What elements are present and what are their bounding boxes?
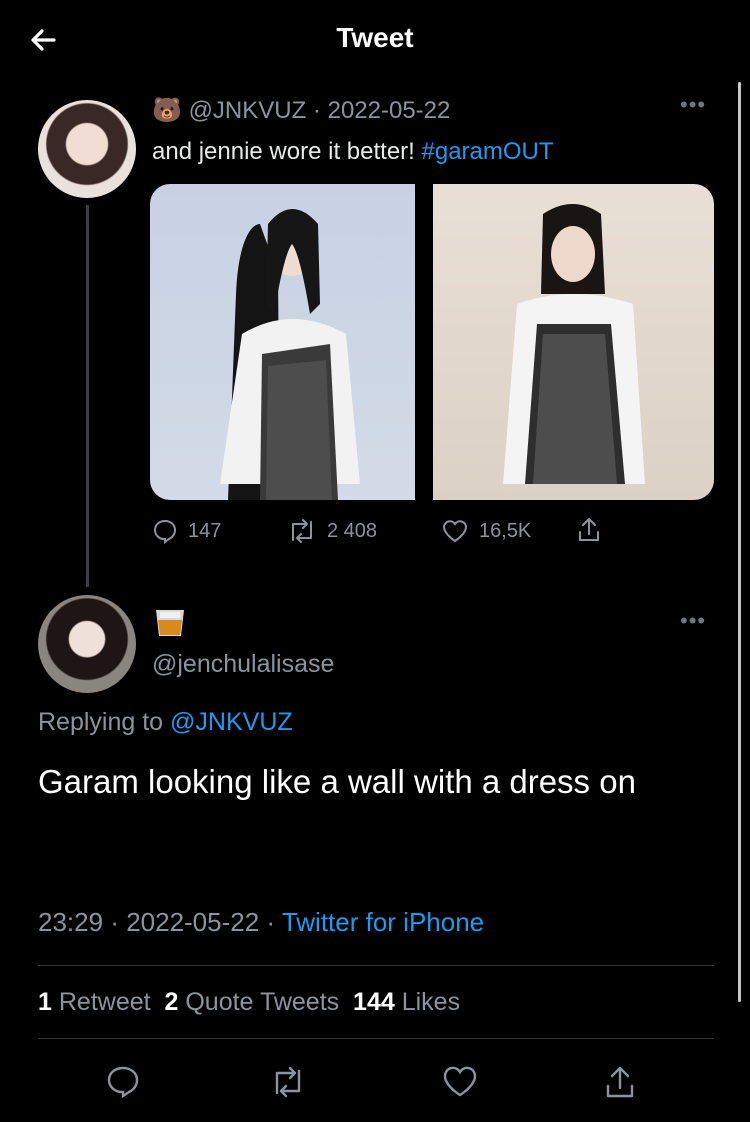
- like-count: 16,5K: [479, 519, 532, 542]
- share-icon: [606, 1066, 634, 1098]
- tweet-date: 2022-05-22: [126, 907, 260, 937]
- meta-separator: ·: [103, 907, 127, 937]
- share-action[interactable]: [576, 516, 602, 544]
- share-icon: [579, 518, 599, 541]
- likes-count: 144: [353, 988, 395, 1016]
- quotes-stat[interactable]: 2 Quote Tweets: [164, 988, 339, 1016]
- tweet-text-plain: and jennie wore it better!: [152, 138, 422, 165]
- divider: [38, 1038, 714, 1039]
- retweets-stat[interactable]: 1 Retweet: [38, 988, 151, 1016]
- retweet-count: 2 408: [327, 519, 378, 542]
- retweet-action[interactable]: 2 408: [287, 518, 377, 544]
- retweet-icon: [275, 1066, 301, 1098]
- photo-left[interactable]: [150, 184, 415, 500]
- retweets-label: Retweet: [58, 988, 151, 1016]
- tweet-time: 23:29: [38, 907, 104, 937]
- replying-to: Replying to @JNKVUZ: [38, 708, 293, 737]
- avatar[interactable]: [38, 595, 136, 693]
- reply-icon: [153, 519, 177, 544]
- reply-icon: [107, 1066, 139, 1099]
- replying-label: Replying to: [38, 708, 171, 736]
- divider: [38, 965, 714, 966]
- tweet-handle[interactable]: @JNKVUZ: [189, 97, 307, 124]
- whisky-glass-emoji-icon: [152, 604, 188, 640]
- tweet-text: and jennie wore it better! #garamOUT: [152, 138, 554, 166]
- more-options-icon[interactable]: •••: [680, 92, 706, 118]
- reply-button[interactable]: [103, 1062, 143, 1102]
- tweet-source-link[interactable]: Twitter for iPhone: [282, 907, 484, 937]
- quotes-label: Quote Tweets: [185, 988, 340, 1016]
- replying-handle-link[interactable]: @JNKVUZ: [170, 708, 293, 736]
- retweet-icon: [292, 519, 312, 543]
- reply-count: 147: [188, 519, 222, 542]
- tweet-timestamp: 23:29 · 2022-05-22 · Twitter for iPhone: [38, 907, 484, 938]
- tweet-meta: 🐻 @JNKVUZ · 2022-05-22: [152, 96, 450, 125]
- heart-icon: [442, 520, 468, 543]
- meta-separator: ·: [306, 97, 328, 124]
- tweet-date: 2022-05-22: [327, 97, 451, 124]
- photo-right[interactable]: [433, 184, 714, 500]
- quotes-count: 2: [164, 988, 179, 1016]
- likes-stat[interactable]: 144 Likes: [353, 988, 460, 1016]
- reply-action[interactable]: 147: [152, 518, 221, 544]
- more-options-icon[interactable]: •••: [680, 608, 706, 634]
- scrollbar[interactable]: [738, 82, 741, 1002]
- bear-emoji-icon: 🐻: [152, 97, 182, 124]
- heart-icon: [443, 1066, 477, 1097]
- like-action[interactable]: 16,5K: [441, 518, 531, 544]
- likes-label: Likes: [401, 988, 461, 1016]
- retweet-button[interactable]: [268, 1062, 308, 1102]
- meta-separator: ·: [259, 907, 282, 937]
- tweet-body: Garam looking like a wall with a dress o…: [38, 763, 636, 800]
- tweet-stats: 1 Retweet 2 Quote Tweets 144 Likes: [38, 988, 460, 1017]
- retweets-count: 1: [38, 988, 52, 1016]
- avatar[interactable]: [38, 100, 136, 198]
- like-button[interactable]: [440, 1062, 480, 1102]
- thread-connector-line: [86, 205, 89, 587]
- hashtag-link[interactable]: #garamOUT: [422, 138, 554, 165]
- tweet-handle[interactable]: @jenchulalisase: [152, 650, 334, 679]
- page-title: Tweet: [336, 22, 414, 53]
- share-button[interactable]: [600, 1062, 640, 1102]
- tweet-media[interactable]: [150, 184, 714, 500]
